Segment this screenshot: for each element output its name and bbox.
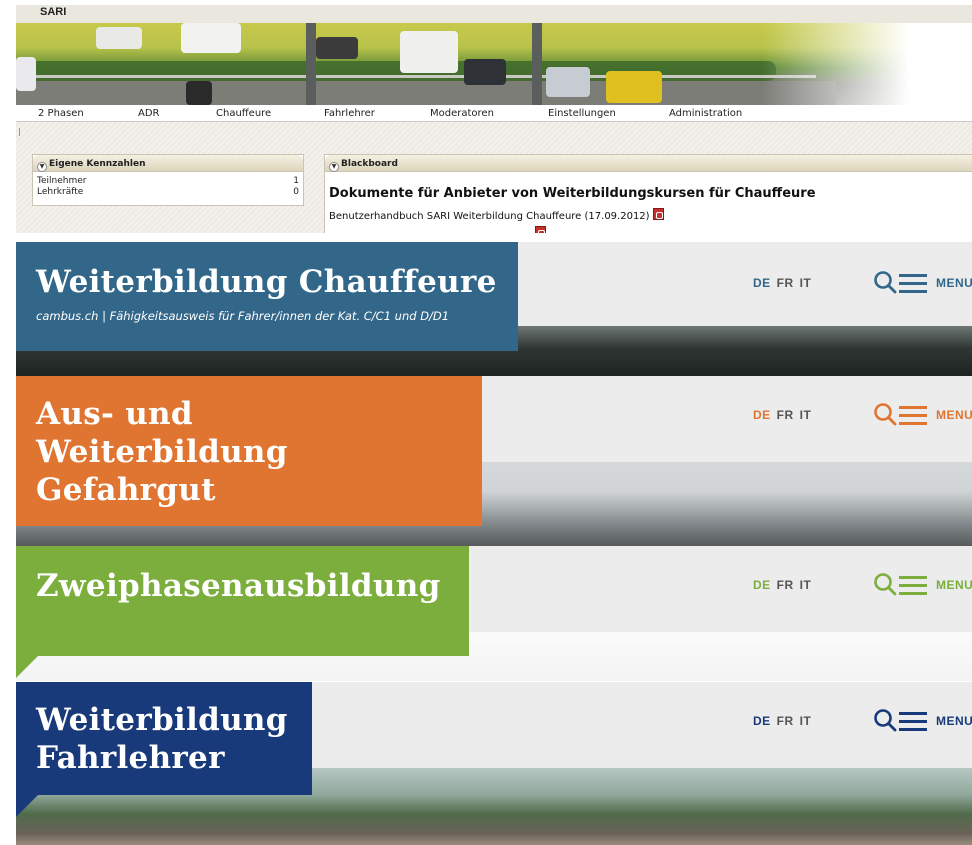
title-box-notch bbox=[16, 656, 38, 678]
site-title-line[interactable]: Aus- und bbox=[36, 396, 193, 432]
kennzahlen-widget: ▼ Eigene Kennzahlen Teilnehmer 1 Lehrkräf… bbox=[32, 154, 304, 206]
site-title-line[interactable]: Weiterbildung bbox=[36, 434, 288, 470]
language-switcher: DE FR IT bbox=[753, 578, 817, 592]
document-link-label[interactable]: Benutzerhandbuch SARI Weiterbildung Chau… bbox=[329, 211, 650, 222]
title-box: Zweiphasenausbildung bbox=[16, 546, 469, 656]
site-title-line[interactable]: Gefahrgut bbox=[36, 472, 216, 508]
toolbar-divider bbox=[19, 128, 20, 136]
nav-item-2-phasen[interactable]: 2 Phasen bbox=[38, 108, 84, 119]
kennzahl-label: Lehrkräfte bbox=[37, 187, 84, 197]
language-switcher: DE FR IT bbox=[753, 408, 817, 422]
lang-fr[interactable]: FR bbox=[777, 714, 794, 728]
site-header-zweiphasen: Zweiphasenausbildung DE FR IT MENU bbox=[16, 546, 972, 681]
search-icon[interactable] bbox=[873, 572, 901, 598]
document-link[interactable] bbox=[329, 226, 547, 233]
pdf-icon[interactable] bbox=[535, 226, 547, 233]
collapse-toggle-icon[interactable]: ▼ bbox=[329, 162, 339, 172]
lang-fr[interactable]: FR bbox=[777, 408, 794, 422]
header-banner-image bbox=[16, 23, 972, 105]
kennzahl-value: 1 bbox=[293, 176, 299, 186]
language-switcher: DE FR IT bbox=[753, 714, 817, 728]
site-subtitle: cambus.ch | Fähigkeitsausweis für Fahrer… bbox=[36, 309, 450, 323]
site-title-line[interactable]: Fahrlehrer bbox=[36, 740, 225, 776]
lang-de[interactable]: DE bbox=[753, 408, 771, 422]
language-switcher: DE FR IT bbox=[753, 276, 817, 290]
kennzahl-value: 0 bbox=[293, 187, 299, 197]
pdf-icon[interactable] bbox=[652, 208, 664, 220]
lang-de[interactable]: DE bbox=[753, 276, 771, 290]
menu-label[interactable]: MENU bbox=[936, 408, 972, 422]
nav-item-einstellungen[interactable]: Einstellungen bbox=[548, 108, 616, 119]
lang-fr[interactable]: FR bbox=[777, 578, 794, 592]
nav-item-administration[interactable]: Administration bbox=[669, 108, 742, 119]
blackboard-heading: Dokumente für Anbieter von Weiterbildung… bbox=[329, 186, 816, 201]
search-icon[interactable] bbox=[873, 708, 901, 734]
title-box: Weiterbildung Fahrlehrer bbox=[16, 682, 312, 795]
lang-it[interactable]: IT bbox=[800, 578, 812, 592]
search-icon[interactable] bbox=[873, 402, 901, 428]
lang-fr[interactable]: FR bbox=[777, 276, 794, 290]
title-box: Weiterbildung Chauffeure cambus.ch | Fäh… bbox=[16, 242, 518, 351]
hamburger-icon[interactable] bbox=[899, 710, 927, 732]
sari-titlebar: SARI bbox=[16, 5, 972, 23]
nav-item-moderatoren[interactable]: Moderatoren bbox=[430, 108, 494, 119]
menu-label[interactable]: MENU bbox=[936, 578, 972, 592]
kennzahl-label: Teilnehmer bbox=[37, 176, 87, 186]
blackboard-header: ▼ Blackboard bbox=[325, 155, 972, 172]
lang-it[interactable]: IT bbox=[800, 408, 812, 422]
hamburger-icon[interactable] bbox=[899, 574, 927, 596]
sari-content: ▼ Eigene Kennzahlen Teilnehmer 1 Lehrkräf… bbox=[16, 122, 972, 233]
lang-de[interactable]: DE bbox=[753, 578, 771, 592]
kennzahl-row: Teilnehmer 1 bbox=[33, 176, 303, 187]
main-nav: 2 Phasen ADR Chauffeure Fahrlehrer Moder… bbox=[16, 105, 972, 122]
lang-it[interactable]: IT bbox=[800, 276, 812, 290]
nav-item-chauffeure[interactable]: Chauffeure bbox=[216, 108, 271, 119]
lang-it[interactable]: IT bbox=[800, 714, 812, 728]
blackboard-title: Blackboard bbox=[341, 159, 398, 169]
lang-de[interactable]: DE bbox=[753, 714, 771, 728]
hamburger-icon[interactable] bbox=[899, 404, 927, 426]
nav-item-adr[interactable]: ADR bbox=[138, 108, 160, 119]
kennzahl-row: Lehrkräfte 0 bbox=[33, 187, 303, 198]
document-link[interactable]: Benutzerhandbuch SARI Weiterbildung Chau… bbox=[329, 208, 664, 222]
collapse-toggle-icon[interactable]: ▼ bbox=[37, 162, 47, 172]
kennzahlen-title: Eigene Kennzahlen bbox=[49, 159, 146, 169]
sari-app-screenshot: SARI 2 Phasen ADR Chauffeure Fahrlehrer … bbox=[16, 0, 972, 233]
blackboard-widget: ▼ Blackboard Dokumente für Anbieter von W… bbox=[324, 154, 972, 233]
site-title[interactable]: Weiterbildung Chauffeure bbox=[36, 264, 497, 300]
app-title: SARI bbox=[40, 6, 67, 18]
document-link-label[interactable] bbox=[329, 229, 532, 233]
menu-label[interactable]: MENU bbox=[936, 714, 972, 728]
kennzahlen-header: ▼ Eigene Kennzahlen bbox=[33, 155, 303, 172]
hamburger-icon[interactable] bbox=[899, 272, 927, 294]
title-box: Aus- und Weiterbildung Gefahrgut bbox=[16, 376, 482, 526]
site-title-line[interactable]: Weiterbildung bbox=[36, 702, 288, 738]
site-title[interactable]: Zweiphasenausbildung bbox=[36, 568, 441, 604]
menu-label[interactable]: MENU bbox=[936, 276, 972, 290]
title-box-notch bbox=[16, 795, 38, 817]
site-header-fahrlehrer: Weiterbildung Fahrlehrer DE FR IT MENU bbox=[16, 682, 972, 845]
site-header-gefahrgut: Aus- und Weiterbildung Gefahrgut DE FR IT … bbox=[16, 376, 972, 546]
search-icon[interactable] bbox=[873, 270, 901, 296]
site-header-chauffeure: Weiterbildung Chauffeure cambus.ch | Fäh… bbox=[16, 242, 972, 376]
nav-item-fahrlehrer[interactable]: Fahrlehrer bbox=[324, 108, 375, 119]
